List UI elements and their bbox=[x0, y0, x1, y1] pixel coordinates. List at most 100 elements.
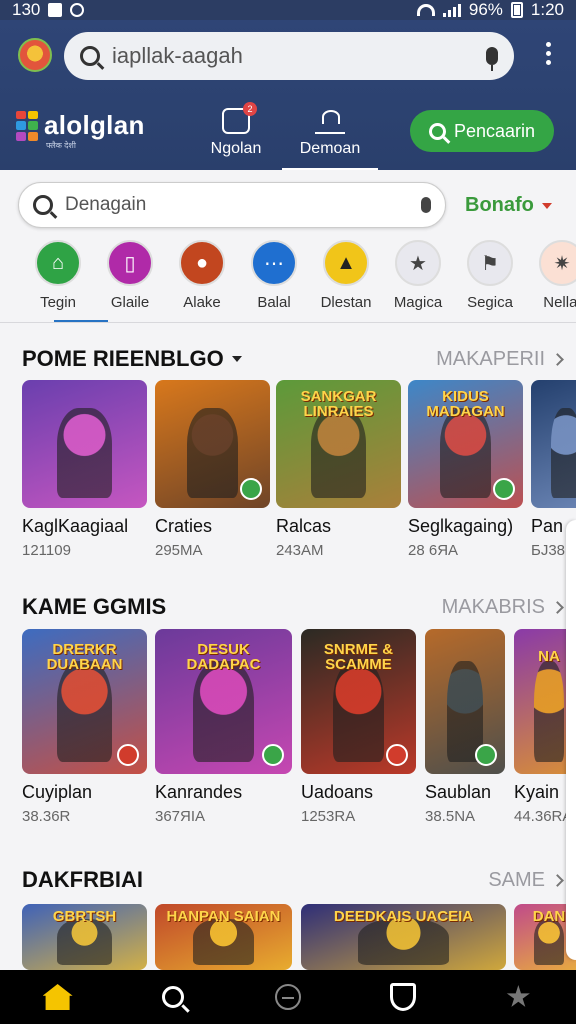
section-header: DAKFRBIAI SAME bbox=[22, 867, 564, 893]
category-label: Tegin bbox=[40, 294, 76, 311]
game-card[interactable]: DESUK DADAPAC Kanrandes 367ЯIA bbox=[155, 629, 292, 825]
search-cta-button[interactable]: Pencaarin bbox=[410, 110, 554, 152]
character-figure bbox=[550, 408, 576, 498]
sort-dropdown[interactable]: Bonafo bbox=[465, 194, 552, 217]
download-badge-icon bbox=[386, 744, 408, 766]
nav-search[interactable] bbox=[153, 977, 193, 1017]
filter-search-bar[interactable]: Denagain bbox=[18, 182, 446, 228]
game-row: DRERKR DUABAAN Cuyiplan 38.36R DESUK DADAPA… bbox=[0, 629, 576, 829]
category-label: Nellal bbox=[543, 294, 576, 311]
top-search-input[interactable]: iapllak-aagah bbox=[112, 43, 243, 69]
overflow-menu-icon[interactable] bbox=[546, 42, 552, 65]
game-card[interactable]: SNRME & SCAMME Uadoans 1253RA bbox=[301, 629, 416, 825]
game-name: Ralcas bbox=[276, 516, 332, 536]
flag-icon bbox=[390, 983, 417, 1011]
tab-demoan-label: Demoan bbox=[299, 140, 361, 157]
character-figure bbox=[333, 660, 384, 763]
game-name: Cuyiplan bbox=[22, 782, 93, 802]
nav-library[interactable] bbox=[383, 977, 423, 1017]
knight-icon: ▲ bbox=[323, 240, 369, 286]
game-card[interactable]: DEEDKAIS UACEIA bbox=[301, 904, 506, 970]
game-thumbnail: DEEDKAIS UACEIA bbox=[301, 904, 506, 970]
nav-favorites[interactable] bbox=[498, 977, 538, 1017]
section-title[interactable]: DAKFRBIAI bbox=[22, 867, 143, 893]
game-meta: 295MA bbox=[155, 542, 203, 559]
category-item[interactable]: ⌂ Tegin bbox=[22, 240, 108, 324]
tab-demoan[interactable]: Demoan bbox=[282, 108, 378, 172]
chevron-down-icon bbox=[541, 202, 552, 209]
avatar[interactable] bbox=[18, 38, 52, 72]
download-badge-icon bbox=[240, 478, 262, 500]
section-header: KAME GGMIS MAKABRIS bbox=[22, 594, 564, 620]
see-more-label: MAKABRIS bbox=[441, 595, 545, 618]
game-card[interactable]: KaglKaagiaal 121109 bbox=[22, 380, 147, 559]
game-meta: 1253RA bbox=[301, 808, 356, 825]
section-title[interactable]: POME RIEENBLGO bbox=[22, 346, 242, 372]
category-item[interactable]: ● Alake bbox=[166, 240, 238, 324]
search-cta-label: Pencaarin bbox=[453, 120, 536, 141]
game-card[interactable]: DRERKR DUABAAN Cuyiplan 38.36R bbox=[22, 629, 147, 825]
tab-ngolan[interactable]: 2 Ngolan bbox=[188, 102, 284, 158]
microphone-icon[interactable] bbox=[486, 47, 498, 71]
category-item[interactable]: ★ Magica bbox=[382, 240, 454, 324]
game-card[interactable]: Craties 295MA bbox=[155, 380, 270, 559]
game-card[interactable]: SANKGAR LINRAIES Ralcas 243AM bbox=[276, 380, 401, 559]
game-card[interactable]: GBRTSH bbox=[22, 904, 147, 970]
game-title-art: KIDUS MADAGAN bbox=[426, 388, 505, 421]
top-search-bar[interactable]: iapllak-aagah bbox=[64, 32, 514, 80]
game-thumbnail bbox=[155, 380, 270, 508]
search-icon bbox=[80, 46, 100, 66]
game-row: KaglKaagiaal 121109 Craties 295MA SANKGAR LI… bbox=[0, 380, 576, 565]
game-thumbnail: HANPAN SAIAN bbox=[155, 904, 292, 970]
game-title-art: HANPAN SAIAN bbox=[166, 908, 281, 926]
filter-search-input[interactable]: Denagain bbox=[65, 194, 146, 216]
game-row: GBRTSH HANPAN SAIAN DEEDKAIS UACEIA DAN bbox=[0, 904, 576, 970]
notification-badge: 2 bbox=[243, 102, 257, 116]
signal-icon bbox=[442, 3, 461, 17]
game-thumbnail bbox=[425, 629, 505, 774]
sort-label: Bonafo bbox=[465, 194, 534, 216]
game-card[interactable]: KIDUS MADAGAN Seglkagaing) 28 6ЯA bbox=[408, 380, 523, 559]
logo-subtitle: फ्लैक देशी bbox=[46, 141, 76, 150]
game-card[interactable]: Saublan 38.5NA bbox=[425, 629, 505, 825]
status-time-right: 1:20 bbox=[530, 0, 564, 19]
category-label: Dlestan bbox=[320, 294, 372, 311]
side-panel-handle[interactable] bbox=[566, 520, 576, 960]
section-header: POME RIEENBLGO MAKAPERII bbox=[22, 346, 564, 372]
nav-home[interactable] bbox=[38, 977, 78, 1017]
nav-explore[interactable] bbox=[268, 977, 308, 1017]
game-title-art: DESUK DADAPAC bbox=[186, 640, 261, 673]
chevron-right-icon bbox=[551, 873, 564, 887]
game-title-art: GBRTSH bbox=[52, 908, 117, 926]
game-thumbnail: DRERKR DUABAAN bbox=[22, 629, 147, 774]
game-thumbnail: KIDUS MADAGAN bbox=[408, 380, 523, 508]
game-title-art: SANKGAR LINRAIES bbox=[300, 388, 377, 421]
location-pin-icon[interactable] bbox=[421, 197, 431, 213]
search-icon bbox=[161, 986, 184, 1008]
character-figure bbox=[440, 408, 491, 498]
game-meta: 28 6ЯA bbox=[408, 542, 459, 559]
category-item[interactable]: ⚑ Segica bbox=[454, 240, 526, 324]
game-name: Seglkagaing) bbox=[408, 516, 514, 536]
home-icon: ⌂ bbox=[35, 240, 81, 286]
see-more-link[interactable]: MAKAPERII bbox=[436, 348, 564, 371]
category-item[interactable]: ⋯ Balal bbox=[238, 240, 310, 324]
see-more-link[interactable]: SAME bbox=[488, 869, 564, 892]
section-title-text: KAME GGMIS bbox=[22, 594, 167, 619]
category-item[interactable]: ✷ Nellal bbox=[526, 240, 576, 324]
character-figure bbox=[193, 660, 254, 763]
main-content: Denagain Bonafo ⌂ Tegin ▯ Glaile ● Alake ⋯ Bala… bbox=[0, 170, 576, 970]
category-item[interactable]: ▯ Glaile bbox=[94, 240, 166, 324]
divider bbox=[0, 322, 576, 323]
app-logo: alolglan bbox=[16, 110, 145, 141]
home-icon bbox=[42, 984, 73, 1010]
category-label: Glaile bbox=[110, 294, 150, 311]
category-item[interactable]: ▲ Dlestan bbox=[310, 240, 382, 324]
game-card[interactable]: HANPAN SAIAN bbox=[155, 904, 292, 970]
character-figure bbox=[533, 918, 565, 965]
category-label: Segica bbox=[467, 294, 513, 311]
section-title[interactable]: KAME GGMIS bbox=[22, 594, 166, 620]
game-thumbnail: DESUK DADAPAC bbox=[155, 629, 292, 774]
game-name: Saublan bbox=[425, 782, 492, 802]
see-more-link[interactable]: MAKABRIS bbox=[441, 595, 564, 619]
